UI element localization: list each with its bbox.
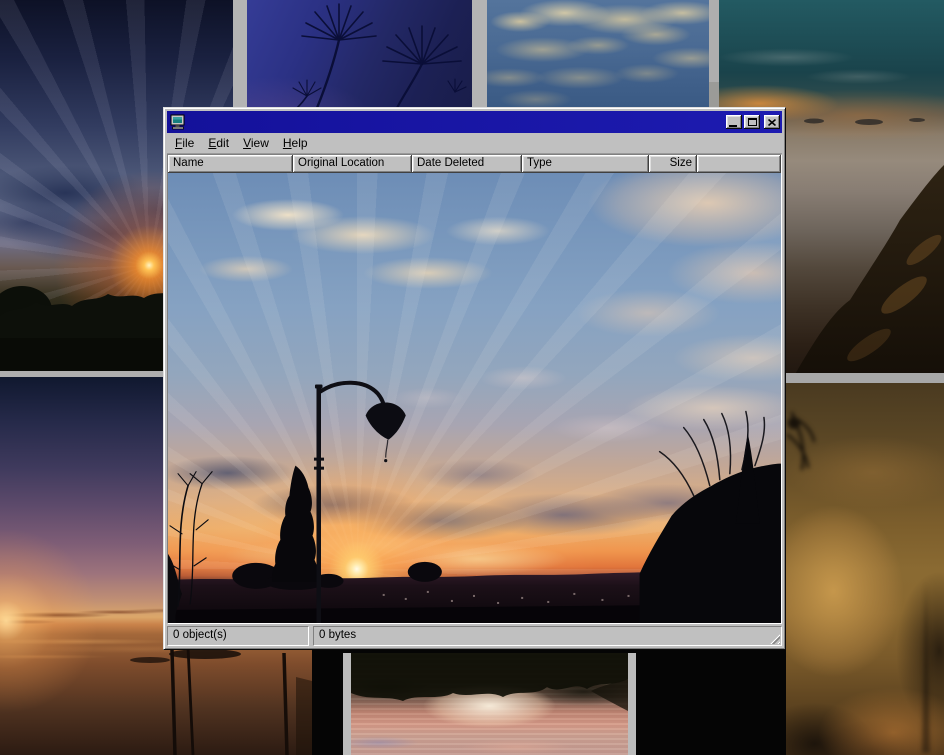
photo-tile-water-reflection	[351, 653, 628, 755]
cypress-tree-silhouette	[272, 466, 319, 582]
status-bar: 0 object(s) 0 bytes	[167, 626, 782, 646]
minimize-button[interactable]	[726, 115, 742, 129]
menu-edit[interactable]: Edit	[201, 134, 236, 153]
umbel-plant-silhouette	[247, 0, 472, 108]
column-header-date-deleted[interactable]: Date Deleted	[412, 155, 522, 173]
column-headers: Name Original Location Date Deleted Type…	[168, 155, 781, 173]
recycle-bin-window: File Edit View Help Name Original Locati…	[163, 107, 786, 650]
tile-border	[786, 373, 944, 383]
right-trees-silhouette	[640, 412, 781, 623]
status-objects: 0 object(s)	[167, 626, 309, 646]
tree-reflection-silhouette	[351, 653, 628, 755]
maximize-icon	[748, 118, 757, 126]
photo-tile-golden-blur	[786, 383, 944, 755]
tile-border	[233, 0, 247, 108]
tile-border	[343, 653, 351, 755]
column-header-blank[interactable]	[697, 155, 781, 173]
close-button[interactable]	[764, 115, 780, 129]
tile-border	[472, 0, 487, 108]
list-view: Name Original Location Date Deleted Type…	[167, 154, 782, 624]
photo-tile-cloud-sky	[487, 0, 709, 108]
computer-icon	[170, 114, 186, 130]
list-view-content-sunset-photo[interactable]	[168, 173, 781, 623]
photo-tile-plant-silhouette	[247, 0, 472, 108]
status-bytes-panel: 0 bytes	[313, 626, 782, 646]
maximize-button[interactable]	[744, 115, 760, 129]
column-header-type[interactable]: Type	[522, 155, 649, 173]
tile-border	[628, 653, 636, 755]
minimize-icon	[729, 125, 737, 127]
column-header-name[interactable]: Name	[168, 155, 293, 173]
sunset-photo-silhouettes	[168, 173, 781, 623]
status-bytes: 0 bytes	[319, 629, 356, 641]
column-header-size[interactable]: Size	[649, 155, 697, 173]
resize-grip[interactable]	[768, 632, 780, 644]
close-icon	[768, 119, 776, 126]
column-header-original-location[interactable]: Original Location	[293, 155, 412, 173]
blurred-branch-silhouette	[786, 383, 944, 755]
window-titlebar[interactable]	[167, 111, 782, 133]
menu-view[interactable]: View	[236, 134, 276, 153]
menu-help[interactable]: Help	[276, 134, 315, 153]
menu-bar: File Edit View Help	[167, 133, 782, 154]
window-controls	[726, 115, 780, 129]
menu-file[interactable]: File	[168, 134, 201, 153]
